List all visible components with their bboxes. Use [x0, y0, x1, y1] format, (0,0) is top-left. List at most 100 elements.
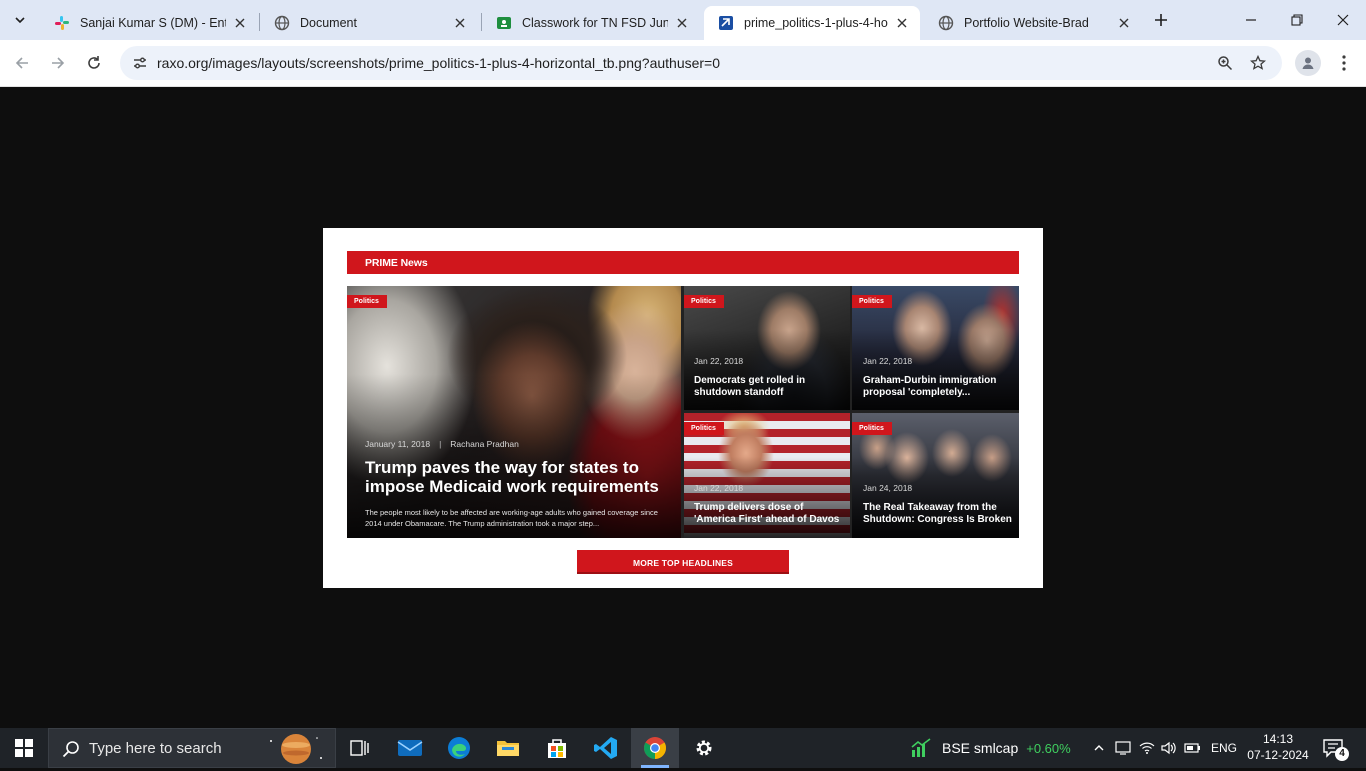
task-view-button[interactable] [336, 728, 384, 768]
speaker-icon [1161, 741, 1176, 755]
screen-icon [1115, 741, 1131, 755]
article-date: Jan 22, 2018 [694, 483, 744, 493]
close-icon[interactable] [894, 15, 910, 31]
reload-button[interactable] [79, 48, 109, 78]
store-app[interactable] [533, 728, 581, 768]
file-explorer-app[interactable] [484, 728, 532, 768]
featured-excerpt: The people most likely to be affected ar… [365, 508, 658, 528]
news-card[interactable]: Politics Jan 22, 2018 Democrats get roll… [684, 286, 850, 410]
stock-change: +0.60% [1026, 740, 1071, 756]
edge-app[interactable] [435, 728, 483, 768]
news-card[interactable]: Politics Jan 22, 2018 Trump delivers dos… [684, 413, 850, 538]
news-headline[interactable]: Graham-Durbin immigration proposal 'comp… [863, 375, 1013, 398]
battery-tray[interactable] [1182, 728, 1204, 768]
chevron-down-icon [15, 17, 25, 24]
folder-icon [497, 741, 519, 756]
photo-overlay [347, 286, 681, 538]
article-date: Jan 22, 2018 [863, 356, 913, 366]
plus-icon [1155, 14, 1167, 26]
close-icon[interactable] [452, 15, 468, 31]
clock-date: 07-12-2024 [1247, 748, 1309, 762]
category-badge[interactable]: Politics [684, 422, 724, 435]
network-tray[interactable] [1136, 728, 1158, 768]
tab-title: Sanjai Kumar S (DM) - Entri E [80, 16, 226, 30]
meet-now-tray[interactable] [1112, 728, 1134, 768]
article-meta: January 11, 2018 | Rachana Pradhan [365, 439, 519, 449]
more-headlines-button[interactable]: MORE TOP HEADLINES [577, 550, 789, 574]
classroom-icon [496, 15, 512, 31]
category-badge[interactable]: Politics [684, 295, 724, 308]
windows-taskbar: Type here to search BSE smlcap +0.60% EN… [0, 728, 1366, 768]
tab-slack[interactable]: Sanjai Kumar S (DM) - Entri E [40, 6, 258, 40]
browser-menu-button[interactable] [1333, 50, 1355, 76]
minimize-button[interactable] [1228, 0, 1274, 40]
battery-icon [1184, 743, 1200, 753]
show-hidden-icons[interactable] [1088, 728, 1110, 768]
category-badge[interactable]: Politics [347, 295, 387, 308]
volume-tray[interactable] [1158, 728, 1180, 768]
close-icon [1337, 14, 1349, 26]
tab-portfolio[interactable]: Portfolio Website-Brad [924, 6, 1142, 40]
search-highlight-image [263, 732, 329, 766]
mail-icon [397, 740, 423, 756]
section-header: PRIME News [347, 251, 1019, 274]
search-icon [61, 739, 81, 759]
globe-icon [274, 15, 290, 31]
back-button[interactable] [7, 48, 37, 78]
notification-center-button[interactable]: 4 [1318, 736, 1350, 762]
settings-app[interactable] [680, 728, 728, 768]
restore-button[interactable] [1274, 0, 1320, 40]
gear-icon [696, 740, 712, 756]
forward-button[interactable] [43, 48, 73, 78]
tab-title: Portfolio Website-Brad [964, 16, 1089, 30]
mail-app[interactable] [386, 728, 434, 768]
tab-document[interactable]: Document [260, 6, 478, 40]
news-card[interactable]: Politics Jan 24, 2018 The Real Takeaway … [852, 413, 1019, 538]
avatar-icon [1302, 57, 1314, 69]
wifi-icon [1139, 742, 1155, 754]
restore-icon [1291, 14, 1303, 26]
more-vertical-icon [1342, 55, 1346, 71]
news-headline[interactable]: Trump delivers dose of 'America First' a… [694, 502, 846, 525]
taskbar-clock[interactable]: 14:13 07-12-2024 [1244, 731, 1312, 763]
address-bar[interactable]: raxo.org/images/layouts/screenshots/prim… [120, 46, 1282, 80]
featured-article[interactable]: Politics January 11, 2018 | Rachana Pradha… [347, 286, 681, 538]
taskbar-search[interactable]: Type here to search [48, 728, 336, 768]
task-view-icon [350, 740, 369, 756]
stock-chart-icon [911, 738, 931, 757]
news-card[interactable]: Politics Jan 22, 2018 Graham-Durbin immi… [852, 286, 1019, 410]
notification-count: 4 [1335, 747, 1349, 761]
tab-classroom[interactable]: Classwork for TN FSD Jun 20 [482, 6, 700, 40]
category-badge[interactable]: Politics [852, 422, 892, 435]
featured-headline[interactable]: Trump paves the way for states to impose… [365, 458, 670, 496]
bookmark-star-icon[interactable] [1247, 52, 1269, 74]
chrome-app[interactable] [631, 728, 679, 768]
news-headline[interactable]: Democrats get rolled in shutdown standof… [694, 375, 844, 398]
start-button[interactable] [0, 728, 48, 768]
language-indicator[interactable]: ENG [1206, 728, 1242, 768]
stock-widget[interactable]: BSE smlcap +0.60% [910, 728, 1071, 768]
news-headline[interactable]: The Real Takeaway from the Shutdown: Con… [863, 502, 1015, 525]
category-badge[interactable]: Politics [852, 295, 892, 308]
minimize-icon [1246, 19, 1256, 21]
close-icon[interactable] [1116, 15, 1132, 31]
url-text[interactable]: raxo.org/images/layouts/screenshots/prim… [157, 55, 720, 71]
close-icon[interactable] [232, 15, 248, 31]
article-date: Jan 24, 2018 [863, 483, 913, 493]
zoom-icon[interactable] [1214, 52, 1236, 74]
tab-strip: Sanjai Kumar S (DM) - Entri E Document C… [0, 0, 1366, 40]
site-info-icon[interactable] [128, 51, 152, 75]
arrow-left-icon [15, 57, 28, 69]
tab-search-button[interactable] [8, 8, 32, 32]
close-window-button[interactable] [1320, 0, 1366, 40]
chrome-icon [644, 737, 666, 759]
close-icon[interactable] [674, 15, 690, 31]
tab-prime-politics[interactable]: prime_politics-1-plus-4-horiz [704, 6, 920, 40]
profile-avatar[interactable] [1295, 50, 1321, 76]
vscode-app[interactable] [582, 728, 630, 768]
tab-title: prime_politics-1-plus-4-horiz [744, 16, 888, 30]
article-author[interactable]: Rachana Pradhan [450, 439, 519, 449]
slack-icon [54, 15, 70, 31]
tab-title: Classwork for TN FSD Jun 20 [522, 16, 668, 30]
new-tab-button[interactable] [1148, 8, 1174, 32]
